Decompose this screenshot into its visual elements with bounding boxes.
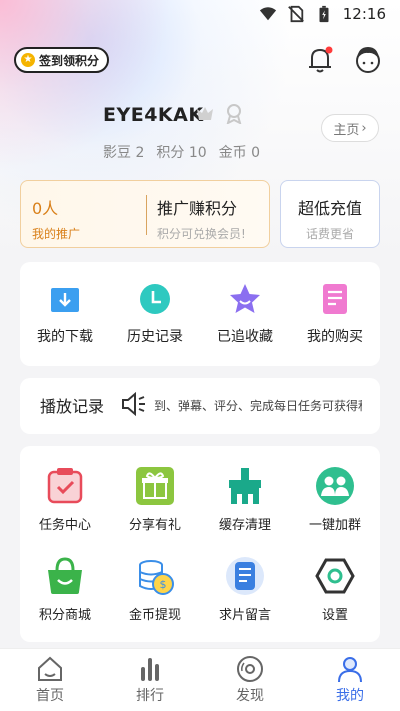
svg-text:$: $: [160, 578, 167, 591]
shop-icon: [48, 557, 82, 594]
recharge-title: 超低充值: [297, 199, 362, 218]
play-record-title: 播放记录: [40, 397, 105, 416]
share-gift[interactable]: 分享有礼: [110, 466, 200, 533]
promotion-card[interactable]: 0人 我的推广 推广赚积分 积分可兑换会员!: [20, 180, 270, 248]
checkin-button[interactable]: ★ 签到领积分: [14, 47, 110, 73]
settings[interactable]: 设置: [290, 556, 380, 623]
wifi-icon: [259, 7, 276, 21]
tab-home[interactable]: 首页: [0, 655, 100, 705]
coins-icon: $: [139, 560, 174, 595]
stat-coins: 金币 0: [218, 145, 261, 161]
points-mall[interactable]: 积分商城: [20, 556, 110, 623]
recharge-subtitle: 话费更省: [305, 227, 354, 241]
purchase-icon: [323, 284, 347, 314]
star-coin-icon: ★: [21, 53, 35, 67]
promotion-title: 推广赚积分: [157, 199, 238, 218]
task-center[interactable]: 任务中心: [20, 466, 110, 533]
clock-icon: [140, 284, 170, 314]
promotion-subtitle: 积分可兑换会员!: [157, 227, 246, 241]
history[interactable]: 历史记录: [110, 282, 200, 346]
feature-grid: 任务中心 分享有礼 缓存清理 一键加群 积分商城 $ 金币提现 求片留言 设置: [20, 446, 380, 642]
coin-withdraw[interactable]: $ 金币提现: [110, 556, 200, 623]
stat-points: 积分 10: [156, 145, 207, 161]
homepage-label: 主页: [333, 122, 360, 138]
speaker-icon: [122, 391, 145, 417]
my-purchases[interactable]: 我的购买: [290, 282, 380, 346]
task-icon: [47, 468, 83, 504]
notice-marquee: 到、弹幕、评分、完成每日任务可获得积分: [154, 399, 362, 413]
promotion-count-label: 我的推广: [32, 227, 81, 241]
promote-earn-points[interactable]: 推广赚积分 积分可兑换会员!: [157, 195, 246, 242]
gift-icon: [136, 467, 174, 505]
settings-icon: [315, 558, 355, 594]
no-sim-icon: [287, 5, 304, 23]
my-downloads[interactable]: 我的下载: [20, 282, 110, 346]
my-promotion[interactable]: 0人 我的推广: [32, 195, 80, 242]
join-group[interactable]: 一键加群: [290, 466, 380, 533]
stat-beans: 影豆 2: [103, 145, 145, 161]
tab-profile[interactable]: 我的: [300, 655, 400, 705]
profile-icon: [338, 657, 362, 683]
bell-icon[interactable]: [306, 45, 334, 75]
status-time: 12:16: [342, 5, 386, 23]
homepage-button[interactable]: 主页 ›: [321, 114, 379, 142]
battery-icon: [319, 5, 329, 23]
divider: [146, 195, 147, 235]
checkin-label: 签到领积分: [39, 53, 100, 68]
quick-actions-card: 我的下载 历史记录 已追收藏 我的购买: [20, 262, 380, 366]
discover-icon: [237, 656, 263, 682]
group-icon: [316, 467, 354, 505]
bottom-tab-bar: 首页 排行 发现 我的: [0, 648, 400, 711]
star-icon: [230, 284, 260, 313]
promotion-count: 0人: [32, 199, 59, 218]
download-icon: [51, 288, 79, 312]
recharge-card[interactable]: 超低充值 话费更省: [280, 180, 380, 248]
favorites[interactable]: 已追收藏: [200, 282, 290, 346]
medal-badge-icon: [226, 104, 242, 124]
broom-icon: [229, 468, 261, 504]
home-icon: [38, 656, 62, 681]
tab-ranking[interactable]: 排行: [100, 655, 200, 705]
username: EYE4KAK: [103, 104, 204, 126]
ranking-icon: [141, 658, 159, 681]
vip-badge-icon: [197, 107, 213, 120]
clear-cache[interactable]: 缓存清理: [200, 466, 290, 533]
chevron-right-icon: ›: [361, 120, 367, 136]
customer-service-avatar[interactable]: [352, 44, 384, 76]
message-icon: [226, 557, 264, 595]
user-stats: 影豆 2 积分 10 金币 0: [103, 142, 260, 162]
movie-request[interactable]: 求片留言: [200, 556, 290, 623]
status-bar: 12:16: [0, 0, 400, 28]
tab-discover[interactable]: 发现: [200, 655, 300, 705]
play-record-card[interactable]: 播放记录 到、弹幕、评分、完成每日任务可获得积分: [20, 378, 380, 434]
